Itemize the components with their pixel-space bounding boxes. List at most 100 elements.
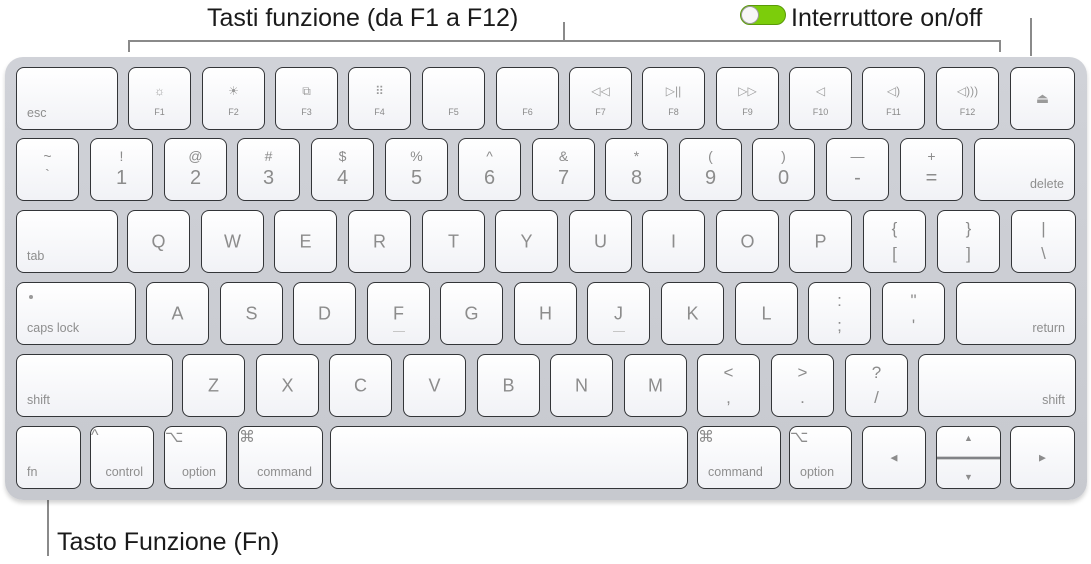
key-p[interactable]: P bbox=[789, 210, 852, 273]
key-t[interactable]: T bbox=[422, 210, 485, 273]
key-right-bracket[interactable]: }] bbox=[937, 210, 1000, 273]
key-x[interactable]: X bbox=[256, 354, 319, 417]
fast-forward-icon: ▷▷ bbox=[738, 84, 757, 98]
key-fn[interactable]: fn bbox=[16, 426, 81, 489]
key-f4[interactable]: ⠿ F4 bbox=[348, 67, 411, 130]
key-f5[interactable]: F5 bbox=[422, 67, 485, 130]
key-left-bracket[interactable]: {[ bbox=[863, 210, 926, 273]
launchpad-icon: ⠿ bbox=[375, 84, 384, 98]
key-eject[interactable]: ⏏ bbox=[1010, 67, 1075, 130]
key-f3[interactable]: ⧉ F3 bbox=[275, 67, 338, 130]
key-backslash[interactable]: | \ bbox=[1011, 210, 1076, 273]
key-f6[interactable]: F6 bbox=[496, 67, 559, 130]
key-f7[interactable]: ◁◁ F7 bbox=[569, 67, 632, 130]
key-h[interactable]: H bbox=[514, 282, 577, 345]
key-7[interactable]: & 7 bbox=[532, 138, 595, 201]
key-d[interactable]: D bbox=[293, 282, 356, 345]
key-8[interactable]: * 8 bbox=[605, 138, 668, 201]
key-a[interactable]: A bbox=[146, 282, 209, 345]
key-letter: E bbox=[299, 231, 312, 251]
key-c[interactable]: C bbox=[329, 354, 392, 417]
key-option-left[interactable]: ⌥ option bbox=[164, 426, 227, 489]
key-f1[interactable]: ☼ F1 bbox=[128, 67, 191, 130]
key-period[interactable]: >. bbox=[771, 354, 834, 417]
key-z[interactable]: Z bbox=[182, 354, 245, 417]
key-main-symbol: = bbox=[925, 167, 938, 189]
control-icon: ^ bbox=[91, 427, 99, 444]
key-minus[interactable]: — - bbox=[826, 138, 889, 201]
key-n[interactable]: N bbox=[550, 354, 613, 417]
key-command-right[interactable]: ⌘ command bbox=[697, 426, 781, 489]
key-shift-left[interactable]: shift bbox=[16, 354, 173, 417]
key-f12[interactable]: ◁))) F12 bbox=[936, 67, 999, 130]
key-b[interactable]: B bbox=[477, 354, 540, 417]
key-k[interactable]: K bbox=[661, 282, 724, 345]
key-i[interactable]: I bbox=[642, 210, 705, 273]
key-6[interactable]: ^ 6 bbox=[458, 138, 521, 201]
key-main-symbol: 7 bbox=[557, 167, 570, 189]
mission-control-icon: ⧉ bbox=[302, 84, 311, 98]
key-esc[interactable]: esc bbox=[16, 67, 118, 130]
key-arrow-up-down[interactable]: ▲ ▼ bbox=[936, 426, 1001, 489]
key-quote[interactable]: " ' bbox=[882, 282, 945, 345]
key-e[interactable]: E bbox=[274, 210, 337, 273]
key-caps-lock[interactable]: caps lock bbox=[16, 282, 136, 345]
key-letter: O bbox=[740, 231, 755, 251]
key-r[interactable]: R bbox=[348, 210, 411, 273]
key-w[interactable]: W bbox=[201, 210, 264, 273]
key-q[interactable]: Q bbox=[127, 210, 190, 273]
key-label: F5 bbox=[448, 107, 459, 117]
key-f[interactable]: F bbox=[367, 282, 430, 345]
key-m[interactable]: M bbox=[624, 354, 687, 417]
arrow-down-icon: ▼ bbox=[964, 472, 973, 482]
key-label: F11 bbox=[886, 107, 901, 117]
key-4[interactable]: $4 bbox=[311, 138, 374, 201]
play-pause-icon: ▷|| bbox=[665, 84, 682, 98]
power-toggle-icon bbox=[740, 5, 786, 25]
key-f10[interactable]: ◁ F10 bbox=[789, 67, 852, 130]
key-return[interactable]: return bbox=[956, 282, 1076, 345]
key-s[interactable]: S bbox=[220, 282, 283, 345]
key-shift-symbol: $ bbox=[338, 148, 347, 164]
key-tab[interactable]: tab bbox=[16, 210, 118, 273]
key-main-symbol: 4 bbox=[336, 167, 349, 189]
home-row-bump-icon bbox=[392, 331, 405, 332]
key-2[interactable]: @2 bbox=[164, 138, 227, 201]
key-arrow-right[interactable]: ▶ bbox=[1010, 426, 1075, 489]
key-3[interactable]: #3 bbox=[237, 138, 300, 201]
key-space[interactable] bbox=[330, 426, 688, 489]
key-v[interactable]: V bbox=[403, 354, 466, 417]
key-slash[interactable]: ? / bbox=[845, 354, 908, 417]
key-arrow-left[interactable]: ◀ bbox=[862, 426, 926, 489]
key-semicolon[interactable]: :; bbox=[808, 282, 871, 345]
key-f9[interactable]: ▷▷ F9 bbox=[716, 67, 779, 130]
arrow-up-icon: ▲ bbox=[964, 433, 973, 443]
key-comma[interactable]: <, bbox=[697, 354, 760, 417]
key-y[interactable]: Y bbox=[495, 210, 558, 273]
key-f8[interactable]: ▷|| F8 bbox=[642, 67, 705, 130]
key-control[interactable]: ^ control bbox=[90, 426, 154, 489]
key-command-left[interactable]: ⌘ command bbox=[238, 426, 323, 489]
key-letter: B bbox=[502, 375, 515, 395]
key-main-symbol: . bbox=[800, 388, 805, 407]
key-shift-symbol: * bbox=[633, 148, 640, 164]
key-g[interactable]: G bbox=[440, 282, 503, 345]
key-option-right[interactable]: ⌥ option bbox=[789, 426, 852, 489]
key-j[interactable]: J bbox=[587, 282, 650, 345]
key-5[interactable]: % 5 bbox=[385, 138, 448, 201]
key-0[interactable]: ) 0 bbox=[752, 138, 815, 201]
key-equals[interactable]: + = bbox=[900, 138, 963, 201]
key-f11[interactable]: ◁) F11 bbox=[862, 67, 925, 130]
key-shift-right[interactable]: shift bbox=[918, 354, 1076, 417]
key-9[interactable]: (9 bbox=[679, 138, 742, 201]
key-main-symbol: ' bbox=[911, 316, 916, 335]
mute-icon: ◁ bbox=[815, 84, 826, 98]
key-f2[interactable]: ☀ F2 bbox=[202, 67, 265, 130]
key-delete[interactable]: delete bbox=[974, 138, 1075, 201]
key-1[interactable]: ! 1 bbox=[90, 138, 153, 201]
key-l[interactable]: L bbox=[735, 282, 798, 345]
key-u[interactable]: U bbox=[569, 210, 632, 273]
key-shift-symbol: ? bbox=[871, 363, 882, 382]
key-grave[interactable]: ~ ` bbox=[16, 138, 79, 201]
key-o[interactable]: O bbox=[716, 210, 779, 273]
